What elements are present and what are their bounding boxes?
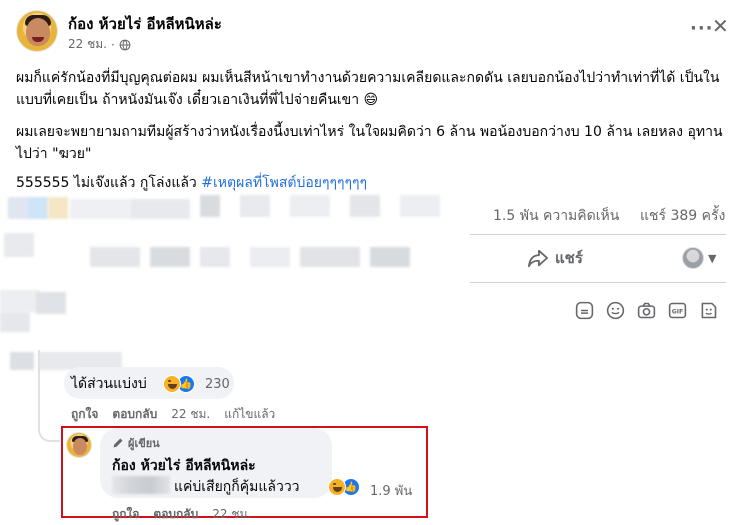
avatar <box>682 247 704 269</box>
close-icon[interactable]: ✕ <box>712 14 729 38</box>
share-button[interactable]: แชร์ <box>527 246 583 270</box>
comment-time[interactable]: 22 ชม. <box>171 405 210 424</box>
camera-icon[interactable] <box>636 300 657 321</box>
comment-actions: ถูกใจ ตอบกลับ 22 ชม. แก้ไขแล้ว <box>71 405 275 424</box>
thread-line <box>38 350 40 430</box>
divider <box>470 234 726 235</box>
divider <box>470 282 726 283</box>
pen-icon <box>113 438 123 448</box>
post-paragraph-1: ผมก็แค่รักน้องที่มีบุญคุณต่อผม ผมเห็นสีห… <box>16 70 720 108</box>
comment-edited-label: แก้ไขแล้ว <box>224 407 276 421</box>
reply-reactions[interactable]: 👍 <box>328 478 360 496</box>
author-avatar[interactable] <box>16 10 58 52</box>
comment-reactions[interactable]: 👍 <box>163 375 195 393</box>
caret-down-icon: ▼ <box>708 251 717 265</box>
hashtag-link[interactable]: #เหตุผลที่โพสต์บ่อยๆๆๆๆๆๆ <box>201 175 367 191</box>
reply-reply-button[interactable]: ตอบกลับ <box>153 505 198 524</box>
post-paragraph-3-text: 555555 ไม่เจ๊งแล้ว กูโล่งแล้ว <box>16 175 202 191</box>
shares-count-link[interactable]: แชร์ 389 ครั้ง <box>640 205 725 227</box>
reply-blurred-mention <box>112 476 170 494</box>
comment-reply-button[interactable]: ตอบกลับ <box>112 405 157 424</box>
share-label: แชร์ <box>555 249 583 267</box>
reactor-selector[interactable]: ▼ <box>682 247 716 269</box>
reply-connector <box>38 420 60 442</box>
share-icon <box>528 249 548 268</box>
comment-reaction-count[interactable]: 230 <box>205 377 230 392</box>
post-author-name[interactable]: ก้อง ห้วยไร่ อีหลีหนิหล่ะ <box>68 12 222 36</box>
reply-like-button[interactable]: ถูกใจ <box>112 505 139 524</box>
gif-icon[interactable]: GIF <box>667 300 688 321</box>
haha-icon <box>328 478 346 496</box>
stamp-icon[interactable] <box>698 300 719 321</box>
comment-composer-icons: GIF <box>574 300 719 321</box>
reply-author-avatar[interactable] <box>66 432 92 458</box>
comment-text: ได้ส่วนแบ่งบ่ <box>71 376 147 392</box>
blurred-composer-area <box>0 290 170 370</box>
svg-text:GIF: GIF <box>672 309 683 316</box>
post-paragraph-3: 555555 ไม่เจ๊งแล้ว กูโล่งแล้ว #เหตุผลที่… <box>16 172 726 194</box>
post-meta: 22 ชม. · <box>68 35 131 54</box>
globe-icon <box>119 39 131 50</box>
reply-time[interactable]: 22 ชม. <box>212 505 251 524</box>
haha-icon <box>163 375 181 393</box>
more-options-icon[interactable]: ··· <box>690 18 714 39</box>
sticker-icon[interactable] <box>574 300 595 321</box>
author-badge-label: ผู้เขียน <box>128 437 160 450</box>
reply-author-name[interactable]: ก้อง ห้วยไร่ อีหลีหนิหล่ะ <box>112 455 256 477</box>
emoji-icon[interactable] <box>605 300 626 321</box>
post-time[interactable]: 22 ชม. <box>68 35 107 54</box>
reply-actions: ถูกใจ ตอบกลับ 22 ชม. <box>112 505 251 524</box>
author-badge: ผู้เขียน <box>112 434 160 452</box>
post-paragraph-2: ผมเลยจะพยายามถามทีมผู้สร้างว่าหนังเรื่อง… <box>16 124 723 162</box>
comment-like-button[interactable]: ถูกใจ <box>71 405 98 424</box>
blurred-reactions-area <box>0 193 470 275</box>
comments-count-link[interactable]: 1.5 พัน ความคิดเห็น <box>493 205 619 227</box>
reply-reaction-count[interactable]: 1.9 พัน <box>370 480 412 501</box>
reply-text: แค่บ่เสียกูก็คุ้มแล้ววว <box>174 479 300 495</box>
